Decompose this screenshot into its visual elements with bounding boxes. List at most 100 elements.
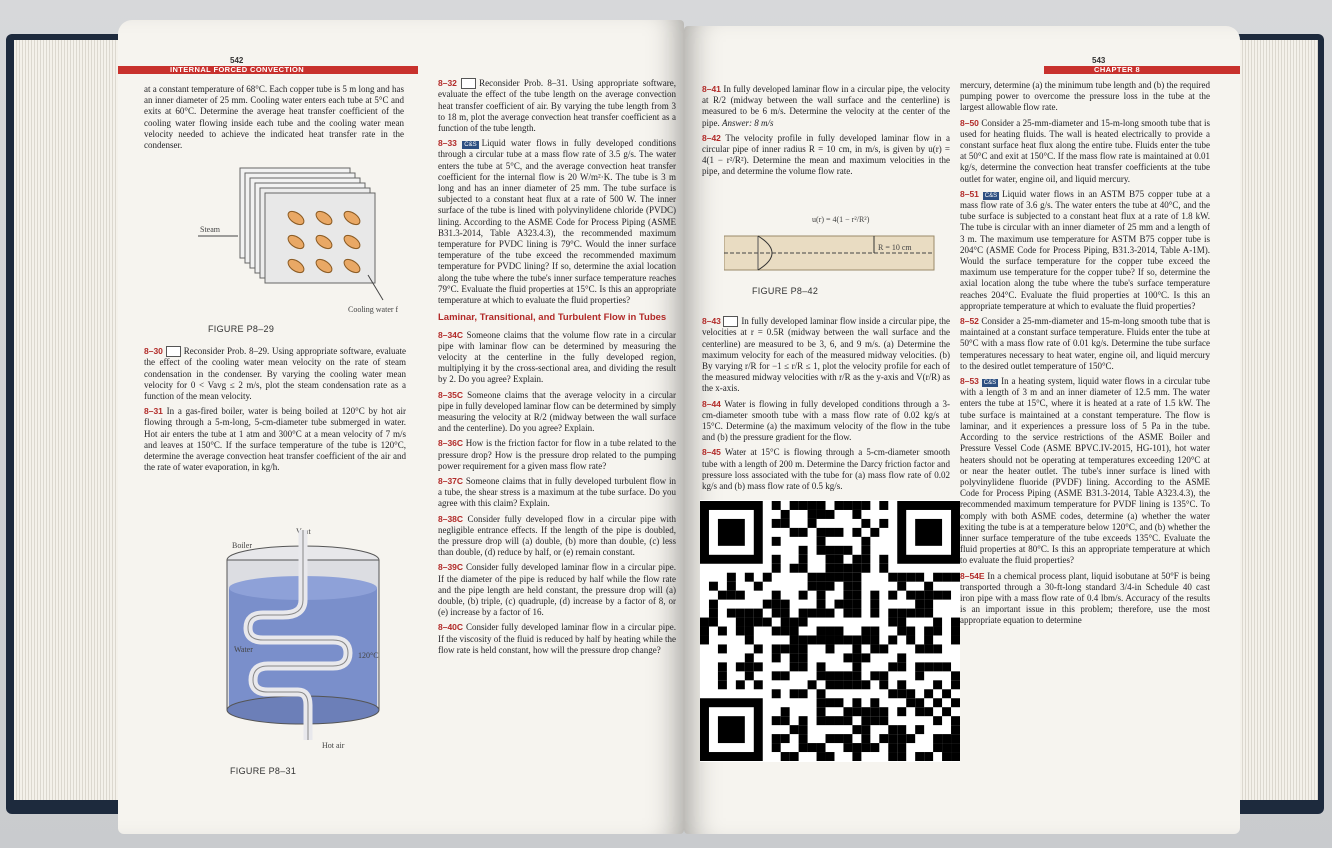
figure-p8-42: u(r) = 4(1 − r²/R²) R = 10 cm <box>724 215 935 271</box>
problem-number: 8–42 <box>702 132 721 143</box>
engineering-badge-icon: C&S <box>981 379 999 388</box>
problem-text: Consider fully developed laminar flow in… <box>438 622 677 655</box>
problem-text: Liquid water flows in fully developed co… <box>438 138 677 306</box>
problem-number: 8–34C <box>438 329 464 340</box>
page-number: 542 <box>230 56 244 65</box>
problem-number: 8–52 <box>960 316 979 327</box>
problem-8-30: 8–30 Reconsider Prob. 8–29. Using approp… <box>144 346 406 402</box>
problem-8-38c: 8–38C Consider fully developed flow in a… <box>438 514 676 559</box>
problem-8-34c: 8–34C Someone claims that the volume flo… <box>438 330 676 386</box>
problem-8-54e: 8–54E In a chemical process plant, liqui… <box>960 571 1210 627</box>
left-page: 542 INTERNAL FORCED CONVECTION at a cons… <box>118 20 684 834</box>
problem-number: 8–39C <box>438 562 464 573</box>
left-page-right-column: 8–32 Reconsider Prob. 8–31. Using approp… <box>438 78 676 660</box>
problem-number: 8–32 <box>438 78 457 88</box>
problem-8-52: 8–52 Consider a 25-mm-diameter and 15-m-… <box>960 316 1210 372</box>
temperature-label: 120°C <box>358 651 379 660</box>
computer-icon <box>461 78 477 90</box>
problem-text: Consider a 25-mm-diameter and 15-m-long … <box>960 316 1210 371</box>
page-edges-left <box>14 40 134 800</box>
problem-text: The velocity profile in fully developed … <box>702 132 950 177</box>
radius-label: R = 10 cm <box>878 243 912 252</box>
problem-text: Water at 15°C is flowing through a 5-cm-… <box>702 447 950 492</box>
problem-text: Consider a 25-mm-diameter and 15-m-long … <box>960 117 1210 184</box>
problem-text: In a chemical process plant, liquid isob… <box>960 570 1210 626</box>
qr-code[interactable] <box>700 500 960 762</box>
hot-air-label: Hot air <box>322 741 345 750</box>
problem-number: 8–37C <box>438 475 464 486</box>
right-page-left-column: 8–41 In fully developed laminar flow in … <box>702 84 950 182</box>
problem-number: 8–33 <box>438 138 457 149</box>
engineering-badge-icon: C&S <box>462 141 479 150</box>
figure-caption: FIGURE P8–29 <box>208 324 275 334</box>
right-page-right-column: mercury, determine (a) the minimum tube … <box>960 80 1210 631</box>
problem-number: 8–38C <box>438 513 464 524</box>
figure-p8-31: Vent Boiler Water 120°C Hot air <box>226 527 380 750</box>
problem-number: 8–51 <box>960 188 979 199</box>
problem-8-36c: 8–36C How is the friction factor for flo… <box>438 438 676 472</box>
problem-8-43: 8–43 In fully developed laminar flow ins… <box>702 316 950 395</box>
problem-number: 8–41 <box>702 84 721 94</box>
section-title: Laminar, Transitional, and Turbulent Flo… <box>438 312 667 324</box>
right-page-left-column-lower: 8–43 In fully developed laminar flow ins… <box>702 316 950 496</box>
page-edges-right <box>1228 40 1318 800</box>
running-head: CHAPTER 8 <box>1044 66 1240 74</box>
answer-text: Answer: 8 m/s <box>722 117 774 128</box>
problem-text: Someone claims that the volume flow rate… <box>438 329 677 385</box>
problem-number: 8–35C <box>438 389 464 400</box>
problem-text: How is the friction factor for flow in a… <box>438 438 677 471</box>
problem-8-39c: 8–39C Consider fully developed laminar f… <box>438 562 676 618</box>
engineering-badge-icon: C&S <box>982 191 1000 200</box>
problem-number: 8–50 <box>960 117 979 128</box>
photo-background: 542 INTERNAL FORCED CONVECTION at a cons… <box>0 0 1332 848</box>
problem-number: 8–30 <box>144 346 163 356</box>
problem-8-31: 8–31 In a gas-fired boiler, water is bei… <box>144 406 406 473</box>
problem-text: Someone claims that the average velocity… <box>438 389 677 434</box>
boiler-label: Boiler <box>232 541 252 550</box>
problem-text: Water is flowing in fully developed cond… <box>702 398 950 443</box>
problem-text: Someone claims that in fully developed t… <box>438 475 677 509</box>
figure-caption: FIGURE P8–42 <box>752 286 819 296</box>
problem-continued: mercury, determine (a) the minimum tube … <box>960 80 1210 113</box>
problem-8-35c: 8–35C Someone claims that the average ve… <box>438 390 676 435</box>
computer-icon <box>165 346 181 358</box>
problem-text: In a heating system, liquid water flows … <box>960 376 1210 566</box>
problem-number: 8–31 <box>144 406 163 417</box>
problem-8-32: 8–32 Reconsider Prob. 8–31. Using approp… <box>438 78 676 134</box>
left-column-lower: 8–30 Reconsider Prob. 8–29. Using approp… <box>144 346 406 477</box>
figure-p8-29: Steam Cooling water flow <box>198 167 398 314</box>
problem-8-44: 8–44 Water is flowing in fully developed… <box>702 399 950 444</box>
problem-text: Liquid water flows in an ASTM B75 copper… <box>960 188 1210 311</box>
problem-text: In a gas-fired boiler, water is being bo… <box>144 406 406 473</box>
page-number: 543 <box>1092 56 1106 65</box>
steam-label: Steam <box>200 225 221 234</box>
problem-8-33: 8–33 C&S Liquid water flows in fully deve… <box>438 138 676 306</box>
problem-8-53: 8–53 C&S In a heating system, liquid wate… <box>960 376 1210 566</box>
problem-text: Consider fully developed laminar flow in… <box>438 562 677 618</box>
cooling-label: Cooling water flow <box>348 305 398 314</box>
problem-8-41: 8–41 In fully developed laminar flow in … <box>702 84 950 129</box>
problem-number: 8–45 <box>702 447 721 458</box>
problem-text: Consider fully developed flow in a circu… <box>438 513 677 558</box>
problem-number: 8–40C <box>438 622 464 633</box>
water-label: Water <box>234 645 253 654</box>
problem-number: 8–43 <box>702 316 721 326</box>
problem-number: 8–53 <box>960 376 979 387</box>
problem-text: Reconsider Prob. 8–29. Using appropriate… <box>144 346 407 402</box>
left-column: at a constant temperature of 68°C. Each … <box>144 84 404 155</box>
problem-8-37c: 8–37C Someone claims that in fully devel… <box>438 476 676 510</box>
problem-8-50: 8–50 Consider a 25-mm-diameter and 15-m-… <box>960 118 1210 185</box>
running-head: INTERNAL FORCED CONVECTION <box>118 66 418 74</box>
problem-number: 8–44 <box>702 398 721 409</box>
problem-number: 8–54E <box>960 570 985 581</box>
copper-tubes <box>287 210 361 274</box>
velocity-equation: u(r) = 4(1 − r²/R²) <box>812 215 870 224</box>
figure-caption: FIGURE P8–31 <box>230 766 297 776</box>
problem-text: In fully developed laminar flow inside a… <box>702 316 950 394</box>
problem-text: at a constant temperature of 68°C. Each … <box>144 84 404 151</box>
problem-8-45: 8–45 Water at 15°C is flowing through a … <box>702 447 950 492</box>
problem-number: 8–36C <box>438 438 464 449</box>
problem-8-51: 8–51 C&S Liquid water flows in an ASTM B7… <box>960 189 1210 312</box>
problem-8-42: 8–42 The velocity profile in fully devel… <box>702 133 950 178</box>
problem-8-40c: 8–40C Consider fully developed laminar f… <box>438 622 676 656</box>
